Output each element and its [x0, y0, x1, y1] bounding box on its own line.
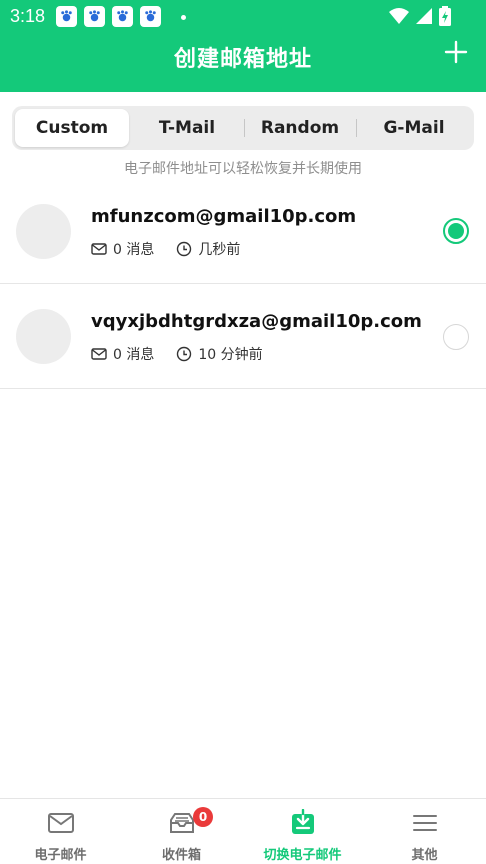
- notification-icons: [56, 6, 161, 27]
- nav-label: 切换电子邮件: [263, 848, 342, 863]
- app-notification-icon: [84, 6, 105, 27]
- select-radio[interactable]: [443, 324, 469, 350]
- more-notifications-dot: [181, 15, 186, 20]
- nav-label: 收件箱: [161, 848, 201, 863]
- tab-random[interactable]: Random: [245, 109, 355, 147]
- message-count: 0 消息: [113, 242, 155, 258]
- created-time: 几秒前: [198, 242, 241, 258]
- nav-item-switch-email[interactable]: 切换电子邮件: [242, 799, 363, 864]
- app-notification-icon: [56, 6, 77, 27]
- clock-icon: [177, 346, 192, 362]
- email-address: mfunzcom@gmail10p.com: [91, 206, 357, 227]
- status-bar: 3:18: [0, 0, 486, 34]
- tab-t-mail[interactable]: T-Mail: [129, 109, 245, 147]
- unread-badge: 0: [193, 807, 213, 827]
- hint-text: 电子邮件地址可以轻松恢复并长期使用: [124, 161, 362, 177]
- mail-icon: [91, 348, 107, 360]
- inbox-icon: [170, 813, 194, 833]
- download-box-icon: [292, 809, 314, 834]
- nav-label: 电子邮件: [34, 848, 87, 863]
- tab-g-mail[interactable]: G-Mail: [357, 109, 471, 147]
- app-notification-icon: [112, 6, 133, 27]
- status-time: 3:18: [10, 6, 46, 26]
- address-row[interactable]: mfunzcom@gmail10p.com 0 消息 几秒前: [0, 179, 486, 284]
- battery-icon: [439, 6, 451, 26]
- nav-label: 其他: [411, 848, 438, 863]
- menu-icon: [413, 815, 437, 831]
- created-time: 10 分钟前: [198, 347, 263, 363]
- address-meta: 0 消息 10 分钟前: [91, 344, 263, 364]
- avatar: [16, 204, 71, 259]
- signal-icon: [416, 8, 432, 24]
- bottom-navigation: 电子邮件 0 收件箱 切换电子邮件 其他: [0, 798, 486, 864]
- address-meta: 0 消息 几秒前: [91, 239, 240, 259]
- message-count: 0 消息: [113, 347, 155, 363]
- address-row[interactable]: vqyxjbdhtgrdxza@gmail10p.com 0 消息 10 分钟前: [0, 284, 486, 389]
- nav-item-inbox[interactable]: 0 收件箱: [121, 799, 242, 864]
- divider: [0, 388, 486, 389]
- app-notification-icon: [140, 6, 161, 27]
- system-icons: [389, 6, 451, 26]
- avatar: [16, 309, 71, 364]
- tab-custom[interactable]: Custom: [15, 109, 129, 147]
- nav-item-other[interactable]: 其他: [364, 799, 485, 864]
- app-bar: 3:18 创建邮箱地址: [0, 0, 486, 92]
- add-icon[interactable]: [444, 40, 468, 64]
- domain-segment-control: Custom T-Mail Random G-Mail: [12, 106, 474, 150]
- nav-item-email[interactable]: 电子邮件: [0, 799, 121, 864]
- mail-icon: [91, 243, 107, 255]
- wifi-icon: [389, 8, 409, 24]
- clock-icon: [177, 241, 192, 257]
- email-address: vqyxjbdhtgrdxza@gmail10p.com: [91, 311, 422, 332]
- page-title: 创建邮箱地址: [173, 47, 312, 72]
- select-radio[interactable]: [443, 218, 469, 244]
- mail-icon: [48, 813, 74, 833]
